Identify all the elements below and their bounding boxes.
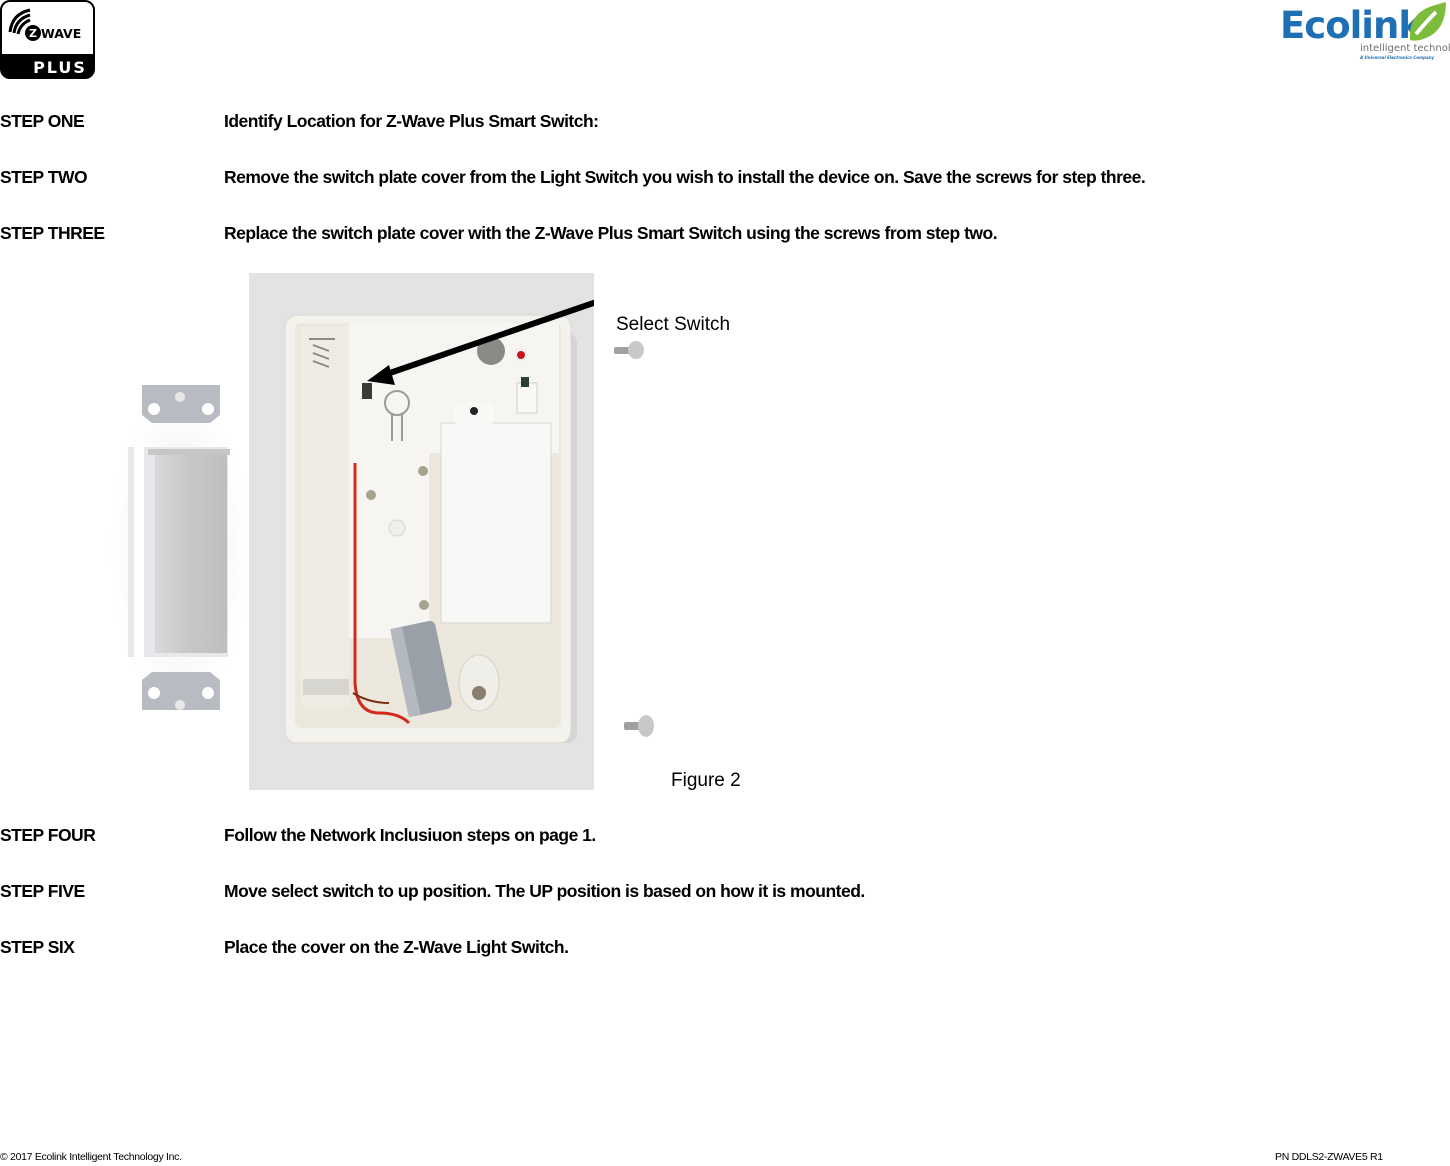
- zwave-plus-logo: Z WAVE PLUS: [0, 0, 95, 79]
- step-text: Identify Location for Z-Wave Plus Smart …: [224, 111, 599, 131]
- ecolink-logo: Ecolink intelligent technology A Univers…: [1278, 0, 1450, 62]
- ecolink-tagline: intelligent technology: [1360, 43, 1450, 54]
- ecolink-wordmark: Ecolink: [1280, 4, 1423, 47]
- decora-light-switch-image: [100, 375, 260, 720]
- svg-text:WAVE: WAVE: [41, 26, 81, 41]
- step-label: STEP TWO: [0, 167, 88, 187]
- step-text: Place the cover on the Z-Wave Light Swit…: [224, 937, 569, 957]
- footer-copyright: © 2017 Ecolink Intelligent Technology In…: [0, 1151, 182, 1163]
- svg-text:Z: Z: [29, 27, 37, 40]
- step-label: STEP THREE: [0, 223, 105, 243]
- mounting-screw-image: [612, 340, 648, 362]
- step-label: STEP FOUR: [0, 825, 96, 845]
- step-text: Follow the Network Inclusiuon steps on p…: [224, 825, 596, 845]
- ecolink-subtag: A Universal Electronics Company: [1360, 55, 1435, 60]
- footer-part-number: PN DDLS2-ZWAVE5 R1: [1275, 1151, 1383, 1163]
- step-text: Remove the switch plate cover from the L…: [224, 167, 1146, 187]
- step-label: STEP FIVE: [0, 881, 85, 901]
- step-label: STEP ONE: [0, 111, 85, 131]
- step-label: STEP SIX: [0, 937, 75, 957]
- select-switch-callout: Select Switch: [616, 314, 731, 335]
- step-text: Replace the switch plate cover with the …: [224, 223, 998, 243]
- opened-smart-switch-photo: [249, 273, 594, 790]
- led-indicator: [517, 351, 525, 359]
- svg-text:PLUS: PLUS: [33, 58, 87, 77]
- figure-caption: Figure 2: [671, 770, 741, 791]
- step-text: Move select switch to up position. The U…: [224, 881, 865, 901]
- leaf-icon: [1409, 2, 1446, 41]
- mounting-screw-image: [622, 712, 658, 742]
